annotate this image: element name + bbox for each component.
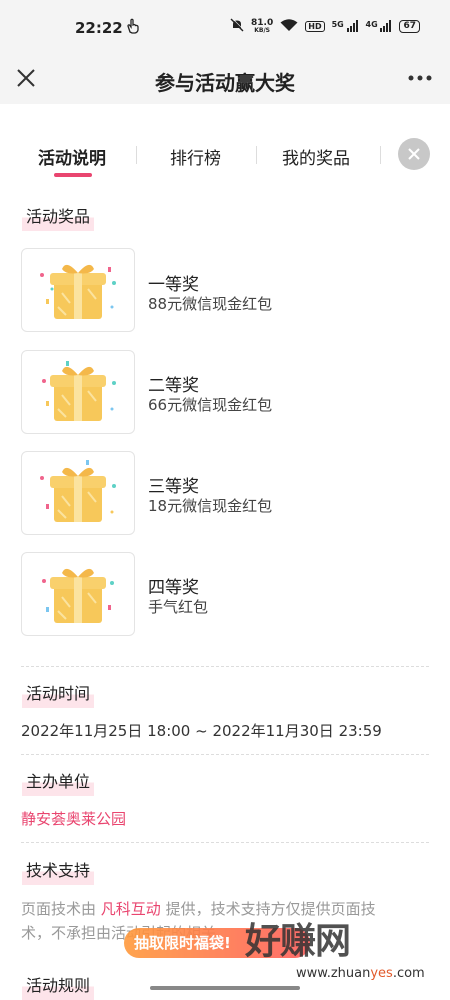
navigation-bar: 参与活动赢大奖 [0, 56, 450, 104]
tab-divider [136, 146, 137, 164]
prize-name: 二等奖 [148, 376, 199, 396]
touch-hand-icon [126, 18, 140, 38]
section-title-organizer: 主办单位 [22, 766, 95, 796]
signal-4g: 4G [366, 19, 393, 34]
prize-name: 一等奖 [148, 275, 199, 295]
section-title-prizes: 活动奖品 [22, 201, 95, 231]
prize-description: 手气红包 [148, 598, 209, 616]
organizer-link[interactable]: 静安荟奥莱公园 [21, 808, 126, 829]
tab-divider [380, 146, 381, 164]
net-speed: 81.0 KB/S [251, 17, 274, 34]
gift-box-icon [42, 568, 114, 623]
gift-box-icon [40, 460, 116, 522]
prize-card-third [21, 451, 135, 535]
page-content: 活动说明 排行榜 我的奖品 [0, 104, 450, 177]
prize-name: 三等奖 [148, 477, 199, 497]
close-panel-button[interactable] [398, 138, 430, 170]
prize-description: 66元微信现金红包 [148, 396, 273, 414]
prize-card-first [21, 248, 135, 332]
section-title-time: 活动时间 [22, 678, 95, 708]
gift-box-icon [42, 361, 116, 421]
home-indicator[interactable] [150, 986, 300, 990]
tech-support-prefix: 页面技术由 [21, 900, 101, 918]
tab-activity-description[interactable]: 活动说明 [38, 144, 106, 169]
signal-5g: 5G [332, 19, 359, 34]
section-title-tech-support: 技术支持 [22, 855, 95, 885]
hd-badge: HD [305, 21, 325, 32]
watermark-logo: 好赚网 [245, 921, 351, 962]
prize-description: 88元微信现金红包 [148, 295, 273, 313]
status-bar: 22:22 81.0 KB/S HD 5G 4G 67 [0, 0, 450, 56]
gift-box-icon [40, 264, 116, 319]
more-options-icon[interactable] [408, 70, 432, 82]
section-divider [21, 666, 429, 667]
wifi-icon [280, 18, 298, 35]
prize-card-fourth [21, 552, 135, 636]
tab-bar: 活动说明 排行榜 我的奖品 [0, 104, 450, 177]
battery-indicator: 67 [399, 20, 420, 33]
watermark-url: www.zhuanyes.com [296, 966, 425, 981]
tab-divider [256, 146, 257, 164]
tab-my-prizes[interactable]: 我的奖品 [282, 144, 350, 169]
section-divider [21, 842, 429, 843]
mute-bell-icon [230, 17, 245, 35]
close-icon [408, 148, 420, 160]
tab-leaderboard[interactable]: 排行榜 [170, 144, 221, 169]
tech-support-company-link[interactable]: 凡科互动 [101, 900, 161, 918]
prize-name: 四等奖 [148, 578, 199, 598]
section-divider [21, 754, 429, 755]
active-tab-indicator [54, 173, 92, 177]
status-time: 22:22 [75, 19, 123, 37]
activity-time-text: 2022年11月25日 18:00 ~ 2022年11月30日 23:59 [21, 722, 382, 740]
page-title: 参与活动赢大奖 [155, 71, 295, 95]
prize-description: 18元微信现金红包 [148, 497, 273, 515]
section-title-rules: 活动规则 [22, 970, 95, 1000]
prize-card-second [21, 350, 135, 434]
